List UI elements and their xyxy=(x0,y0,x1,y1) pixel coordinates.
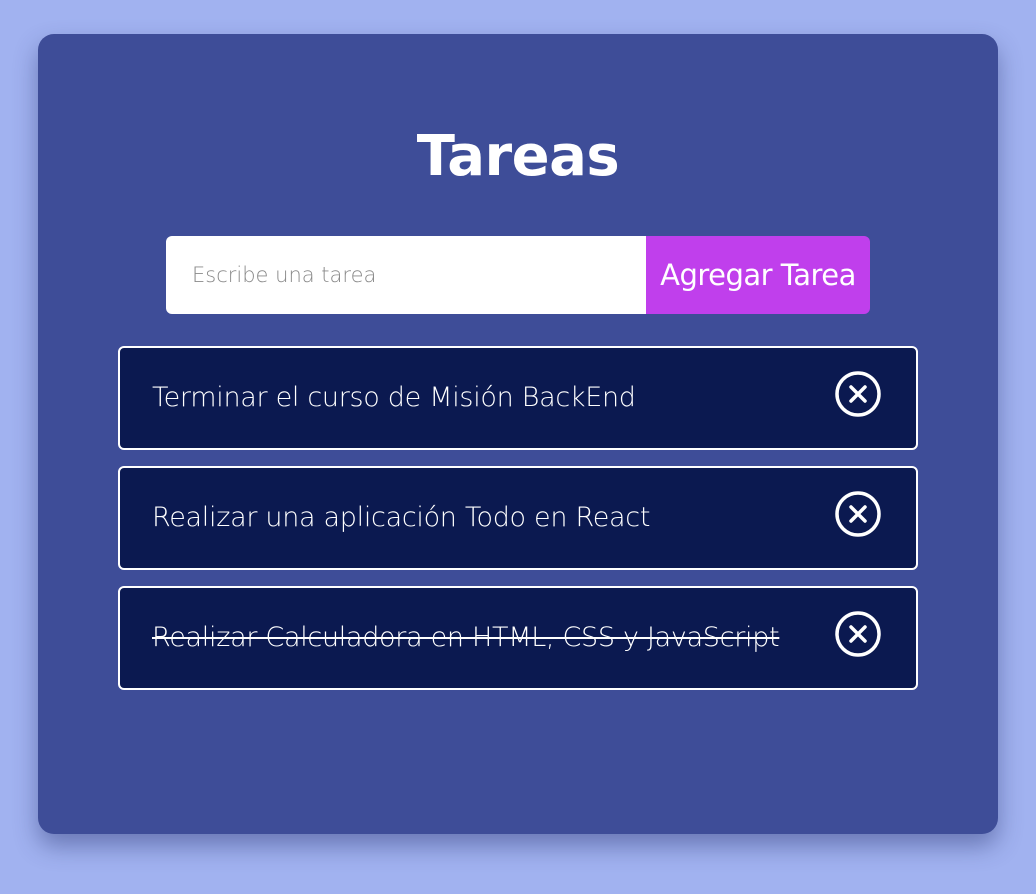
add-task-button[interactable]: Agregar Tarea xyxy=(646,236,870,314)
delete-task-button[interactable] xyxy=(834,610,882,658)
task-input[interactable] xyxy=(166,236,646,314)
task-list: Terminar el curso de Misión BackEnd Real… xyxy=(118,346,918,706)
task-item-completed: Realizar Calculadora en HTML, CSS y Java… xyxy=(118,586,918,690)
delete-task-button[interactable] xyxy=(834,490,882,538)
task-text[interactable]: Terminar el curso de Misión BackEnd xyxy=(152,348,636,448)
task-text[interactable]: Realizar Calculadora en HTML, CSS y Java… xyxy=(152,588,780,688)
task-item: Realizar una aplicación Todo en React xyxy=(118,466,918,570)
close-circle-icon xyxy=(835,371,881,417)
task-item: Terminar el curso de Misión BackEnd xyxy=(118,346,918,450)
task-form: Agregar Tarea xyxy=(166,236,870,314)
close-circle-icon xyxy=(835,611,881,657)
page-title: Tareas xyxy=(416,124,620,189)
app-card: Tareas Agregar Tarea Terminar el curso d… xyxy=(38,34,998,834)
close-circle-icon xyxy=(835,491,881,537)
delete-task-button[interactable] xyxy=(834,370,882,418)
task-text[interactable]: Realizar una aplicación Todo en React xyxy=(152,468,650,568)
